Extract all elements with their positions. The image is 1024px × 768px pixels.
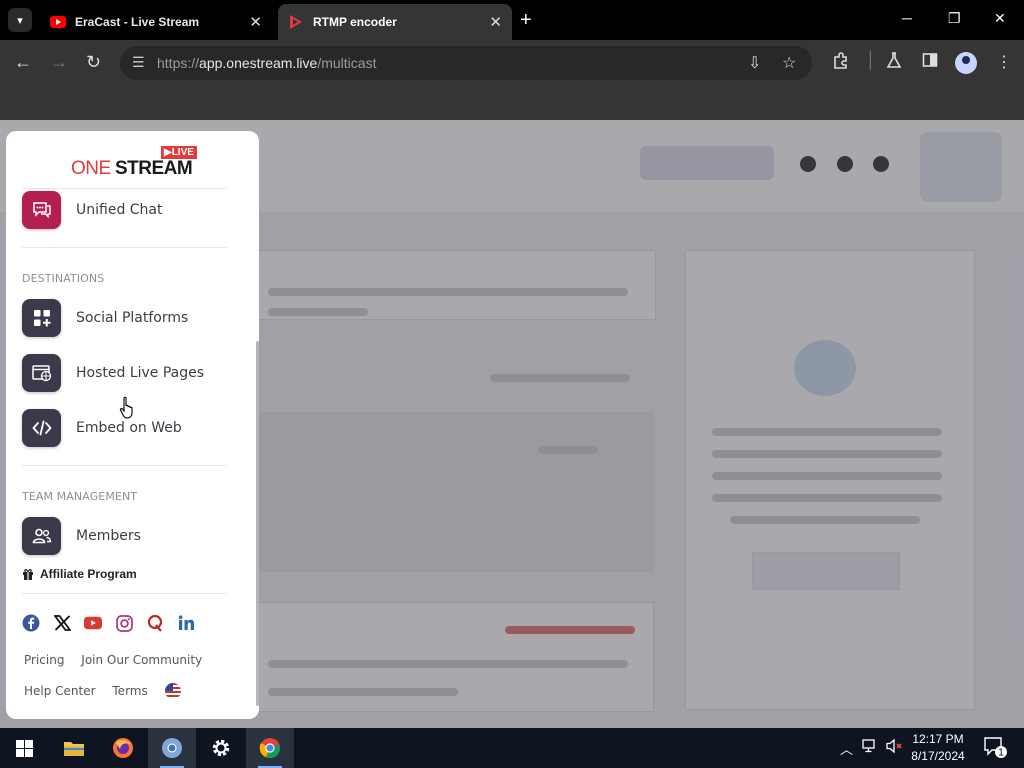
close-tab-icon[interactable]: ✕ [489, 13, 502, 31]
web-page-globe-icon [22, 354, 61, 392]
tab-title: EraCast - Live Stream [75, 15, 200, 29]
bookmark-star-icon[interactable]: ☆ [782, 53, 796, 73]
settings-gear-icon[interactable] [197, 728, 245, 768]
side-menu: ONE STREAM ▶LIVE Unified Chat DESTINATIO… [6, 131, 259, 719]
close-tab-icon[interactable]: ✕ [249, 13, 262, 31]
divider [22, 247, 227, 248]
members-users-icon [22, 517, 61, 555]
code-brackets-icon [22, 409, 61, 447]
hand-pointer-cursor-icon [119, 396, 133, 419]
menu-item-label: Members [76, 528, 141, 544]
volume-muted-icon[interactable] [886, 738, 904, 756]
new-tab-icon[interactable]: + [520, 9, 532, 32]
instagram-icon[interactable] [115, 614, 133, 632]
us-flag-language-icon[interactable] [164, 683, 181, 699]
logo-stream-text: STREAM [115, 158, 193, 179]
clock-time: 12:17 PM [912, 732, 964, 746]
back-icon[interactable]: ← [14, 52, 32, 73]
chrome-taskbar-icon[interactable] [148, 728, 196, 768]
menu-item-members[interactable]: Members [22, 516, 242, 556]
side-panel-icon[interactable] [922, 52, 938, 73]
side-menu-scrollbar[interactable] [256, 341, 259, 706]
clock-date: 8/17/2024 [911, 749, 965, 763]
tab-rtmp-encoder[interactable]: RTMP encoder ✕ [278, 4, 512, 40]
chat-bubbles-icon [22, 191, 61, 229]
show-hidden-icons-chevron-icon[interactable]: ︿ [840, 739, 853, 758]
labs-flask-icon[interactable] [886, 52, 902, 73]
youtube-favicon-icon [50, 14, 66, 30]
quora-icon[interactable] [146, 614, 164, 632]
menu-item-label: Embed on Web [76, 420, 182, 436]
close-window-icon[interactable]: ✕ [994, 10, 1006, 27]
menu-item-label: Hosted Live Pages [76, 365, 205, 381]
menu-item-social-platforms[interactable]: Social Platforms [22, 298, 242, 338]
pricing-link[interactable]: Pricing [24, 653, 64, 667]
x-twitter-icon[interactable] [53, 614, 71, 632]
footer-links-row-2: Help Center Terms [24, 683, 194, 699]
logo-live-badge: ▶LIVE [161, 146, 197, 159]
onestream-favicon-icon [288, 14, 304, 30]
url-text: https://app.onestream.live/multicast [157, 55, 377, 71]
linkedin-icon[interactable] [177, 614, 195, 632]
address-bar[interactable]: ☰ https://app.onestream.live/multicast ⇩… [120, 46, 812, 80]
grid-plus-icon [22, 299, 61, 337]
divider [22, 188, 227, 189]
windows-taskbar: ︿ 12:17 PM 8/17/2024 1 [0, 728, 1024, 768]
network-icon[interactable] [862, 739, 878, 756]
menu-item-unified-chat[interactable]: Unified Chat [22, 190, 242, 230]
notifications-icon[interactable]: 1 [984, 737, 1008, 762]
terms-link[interactable]: Terms [112, 684, 147, 698]
section-title-team-management: TEAM MANAGEMENT [22, 490, 138, 503]
gift-icon [23, 569, 33, 580]
notification-count: 1 [998, 748, 1004, 759]
toolbar-divider: │ [866, 52, 876, 69]
minimize-icon[interactable]: ─ [902, 10, 912, 26]
join-community-link[interactable]: Join Our Community [81, 653, 202, 667]
system-clock[interactable]: 12:17 PM 8/17/2024 [906, 731, 970, 765]
reload-icon[interactable]: ↻ [86, 52, 101, 73]
menu-item-label: Unified Chat [76, 202, 163, 218]
divider [22, 465, 227, 466]
social-links [22, 614, 208, 632]
menu-item-hosted-live-pages[interactable]: Hosted Live Pages [22, 353, 242, 393]
chrome-active-icon[interactable] [246, 728, 294, 768]
site-info-icon[interactable]: ☰ [132, 54, 145, 71]
menu-item-label: Social Platforms [76, 310, 189, 326]
browser-tab-bar: ▾ EraCast - Live Stream ✕ RTMP encoder ✕… [0, 0, 1024, 40]
tab-eracast[interactable]: EraCast - Live Stream ✕ [40, 4, 272, 40]
windows-start-icon[interactable] [0, 728, 48, 768]
browser-toolbar: ← → ↻ ☰ https://app.onestream.live/multi… [0, 40, 1024, 86]
onestream-logo[interactable]: ONE STREAM ▶LIVE [70, 145, 200, 181]
restore-icon[interactable]: ❐ [948, 10, 961, 27]
logo-one-text: ONE [71, 158, 111, 179]
file-explorer-icon[interactable] [50, 728, 98, 768]
affiliate-label: Affiliate Program [40, 567, 137, 581]
footer-links-row-1: Pricing Join Our Community [24, 653, 215, 667]
divider [22, 593, 227, 594]
install-app-icon[interactable]: ⇩ [748, 53, 761, 73]
browser-menu-icon[interactable]: ⋮ [996, 52, 1012, 72]
tab-search-button[interactable]: ▾ [8, 8, 32, 32]
youtube-icon[interactable] [84, 614, 102, 632]
forward-icon[interactable]: → [50, 52, 68, 73]
tab-title: RTMP encoder [313, 15, 397, 29]
section-title-destinations: DESTINATIONS [22, 272, 105, 285]
extensions-icon[interactable] [832, 52, 849, 74]
help-center-link[interactable]: Help Center [24, 684, 96, 698]
affiliate-program-link[interactable]: Affiliate Program [22, 567, 137, 581]
bookmark-bar [0, 86, 1024, 120]
firefox-icon[interactable] [99, 728, 147, 768]
profile-avatar-icon[interactable] [955, 52, 977, 74]
facebook-icon[interactable] [22, 614, 40, 632]
